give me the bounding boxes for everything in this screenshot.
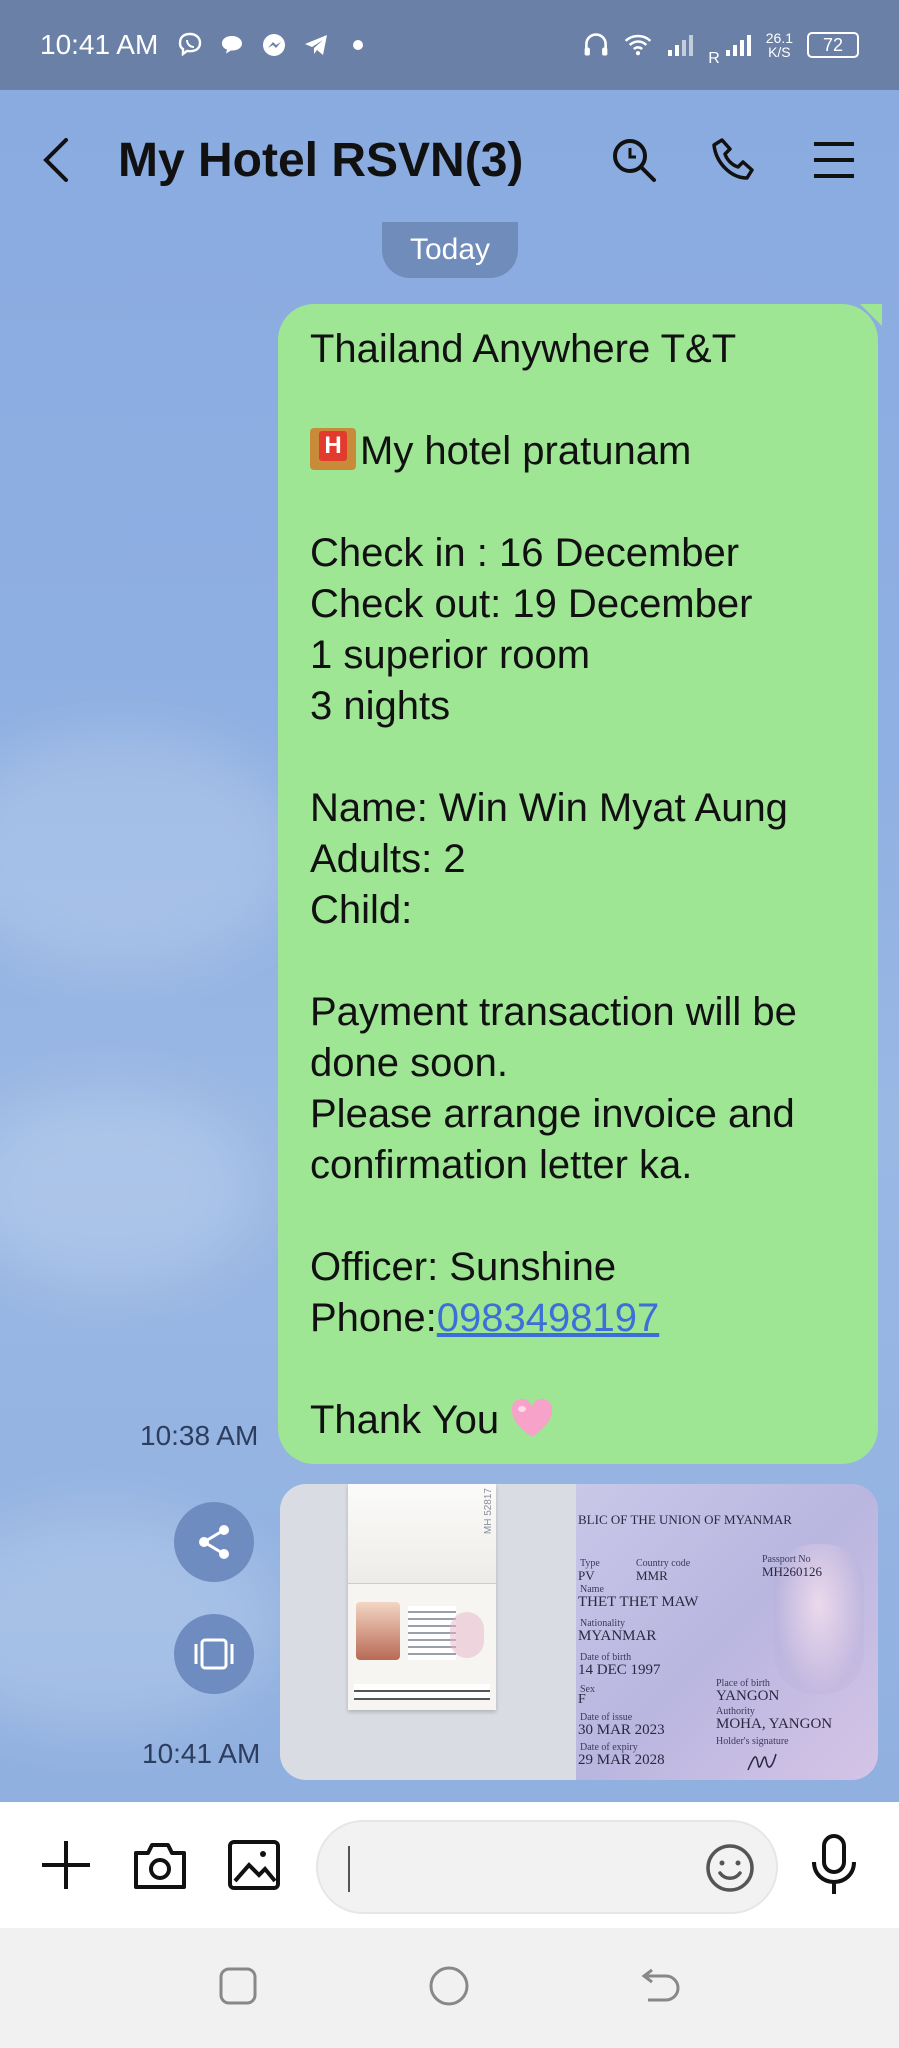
gallery-view-button[interactable] [174, 1614, 254, 1694]
passport-mrz [354, 1684, 490, 1700]
header-actions [609, 135, 859, 185]
wifi-icon [624, 31, 652, 59]
passport-face [356, 1602, 400, 1660]
microphone-icon[interactable] [809, 1834, 859, 1896]
passport-header: BLIC OF THE UNION OF MYANMAR [578, 1512, 792, 1527]
speed-unit: K/S [768, 44, 791, 60]
network-speed: 26.1 K/S [766, 31, 793, 59]
headphones-icon [582, 31, 610, 59]
pob-value: YANGON [716, 1688, 780, 1704]
passport-image: MH 52817 [348, 1484, 496, 1710]
viber-icon [176, 31, 204, 59]
message-line: Name: Win Win Myat Aung [310, 786, 788, 830]
dob-value: 14 DEC 1997 [578, 1662, 661, 1678]
messenger-icon [260, 31, 288, 59]
message-line: done soon. [310, 1041, 508, 1085]
photo-timestamp: 10:41 AM [142, 1738, 261, 1769]
battery-level: 72 [822, 34, 844, 55]
hotel-name: My hotel pratunam [360, 429, 692, 473]
signal-icon-2 [724, 31, 752, 59]
cloud-decoration [0, 730, 300, 970]
share-button[interactable] [174, 1502, 254, 1582]
expiry-value: 29 MAR 2028 [578, 1752, 665, 1768]
message-line [310, 375, 846, 426]
phone-prefix: Phone: [310, 1296, 437, 1340]
status-bar: 10:41 AM R 26.1 K/S 72 [0, 0, 899, 90]
passport-photo-open[interactable]: MH 52817 [280, 1484, 576, 1780]
dot-icon [344, 31, 372, 59]
message-bubble[interactable]: Thailand Anywhere T&T H My hotel pratunam… [278, 304, 882, 1464]
message-line: confirmation letter ka. [310, 1143, 693, 1187]
message-line-thanks: Thank You [310, 1395, 846, 1446]
passport-page-top [348, 1484, 496, 1584]
thanks-text: Thank You [310, 1398, 500, 1442]
speed-value: 26.1 [765, 30, 793, 46]
name-value: THET THET MAW [578, 1594, 699, 1610]
notification-icons [176, 31, 372, 59]
type-value: PV [578, 1568, 595, 1583]
image-icon[interactable] [224, 1835, 284, 1895]
chat-title: My Hotel RSVN(3) [118, 133, 524, 187]
system-navigation-bar [0, 1928, 899, 2048]
phone-call-icon[interactable] [709, 135, 759, 185]
message-line: Adults: 2 [310, 837, 466, 881]
message-line: Please arrange invoice and [310, 1092, 795, 1136]
share-icon [199, 1525, 229, 1559]
back-nav-icon[interactable] [640, 1966, 682, 2011]
message-line: 3 nights [310, 684, 451, 728]
sex-value: F [578, 1692, 586, 1707]
message-line [310, 936, 846, 987]
text-caret [348, 1846, 350, 1892]
add-icon[interactable] [36, 1835, 96, 1895]
recent-apps-icon[interactable] [218, 1966, 258, 2011]
emoji-icon[interactable] [704, 1842, 756, 1894]
message-line: Child: [310, 888, 413, 932]
passport-photo-closeup[interactable]: BLIC OF THE UNION OF MYANMAR Type PV Cou… [576, 1484, 878, 1780]
message-line-hotel: H My hotel pratunam [310, 426, 846, 477]
authority-value: MOHA, YANGON [716, 1716, 833, 1732]
signature-scribble [746, 1746, 786, 1780]
message-line: Thailand Anywhere T&T [310, 327, 737, 371]
phone-link[interactable]: 0983498197 [437, 1296, 659, 1340]
roaming-label: R [708, 50, 720, 67]
passport-no-value: MH260126 [762, 1564, 822, 1579]
status-right: R 26.1 K/S 72 [582, 22, 859, 68]
menu-icon[interactable] [809, 135, 859, 185]
message-line [310, 477, 846, 528]
passport-ghost-face [450, 1612, 484, 1658]
message-line: 1 superior room [310, 633, 591, 677]
home-icon[interactable] [428, 1965, 470, 2012]
message-input[interactable] [316, 1820, 778, 1914]
message-line-phone: Phone:0983498197 [310, 1293, 846, 1344]
search-icon[interactable] [609, 135, 659, 185]
battery-indicator: 72 [807, 32, 859, 58]
message-timestamp: 10:38 AM [140, 1420, 259, 1451]
signal-icon [666, 31, 694, 59]
cloud-decoration [0, 1090, 260, 1290]
message-line [310, 1191, 846, 1242]
message-input-bar [0, 1802, 899, 1928]
chat-bubble-icon [218, 31, 246, 59]
date-divider: Today [382, 222, 518, 278]
passport-text-block [408, 1606, 456, 1660]
camera-icon[interactable] [130, 1835, 190, 1895]
issue-value: 30 MAR 2023 [578, 1722, 665, 1738]
chat-header: My Hotel RSVN(3) [0, 90, 899, 230]
message-line: Payment transaction will be [310, 990, 797, 1034]
message-line [310, 732, 846, 783]
message-line [310, 1344, 846, 1395]
photo-message[interactable]: MH 52817 BLIC OF THE UNION OF MYANMAR Ty… [280, 1484, 878, 1780]
nationality-value: MYANMAR [578, 1628, 657, 1644]
heart-emoji-icon [510, 1397, 554, 1441]
carousel-icon [194, 1638, 234, 1670]
message-line: Check out: 19 December [310, 582, 753, 626]
hotel-emoji-icon: H [310, 428, 356, 470]
telegram-icon [302, 31, 330, 59]
country-value: MMR [636, 1568, 668, 1583]
passport-serial: MH 52817 [483, 1488, 494, 1535]
status-time: 10:41 AM [40, 29, 159, 60]
message-line: Check in : 16 December [310, 531, 740, 575]
message-line: Officer: Sunshine [310, 1245, 617, 1289]
back-button[interactable] [40, 130, 90, 190]
